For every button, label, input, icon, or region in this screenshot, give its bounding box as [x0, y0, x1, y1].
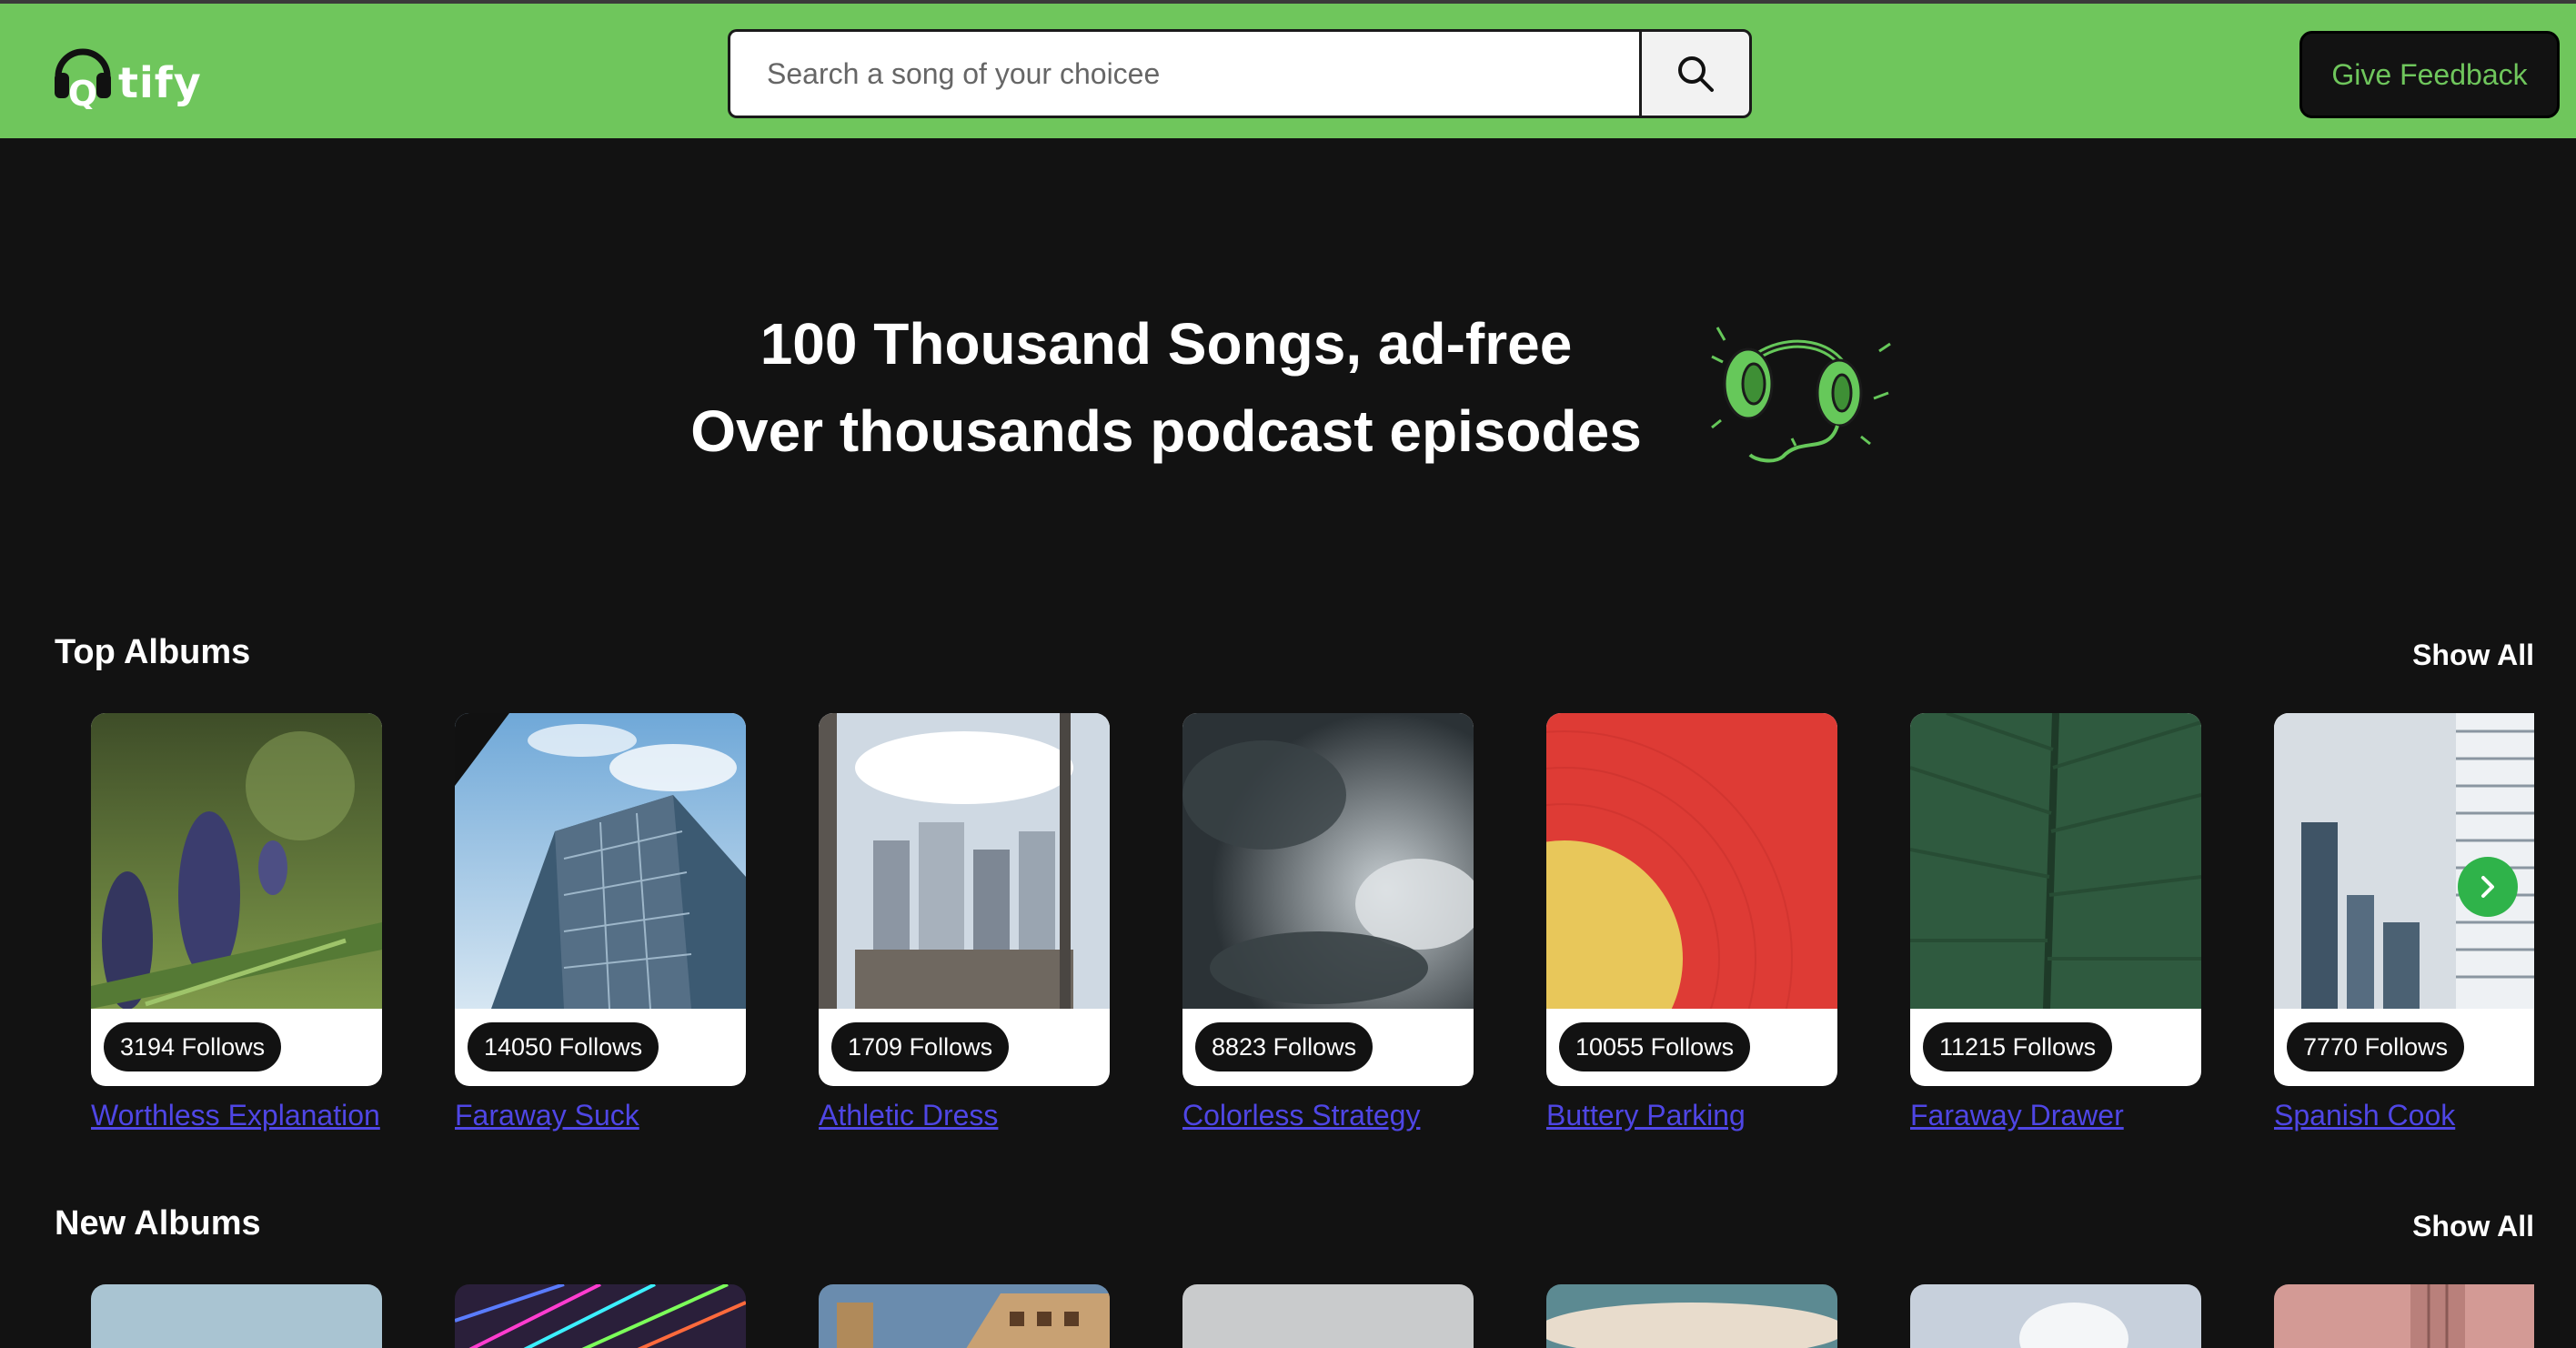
svg-text:Q: Q [68, 74, 97, 109]
headphones-logo-icon: Q [53, 36, 113, 114]
new-albums-show-all-link[interactable]: Show All [2412, 1210, 2534, 1243]
new-albums-heading: New Albums [55, 1204, 261, 1242]
album-cover-image[interactable] [455, 1284, 746, 1348]
follows-badge: 11215 Follows [1923, 1022, 2113, 1071]
album-cover-image[interactable] [1910, 1284, 2201, 1348]
search-bar [728, 29, 1752, 118]
album-card[interactable]: 8823 Follows Colorless Strategy [1182, 713, 1474, 1132]
album-card-box[interactable]: 8823 Follows [1182, 713, 1474, 1086]
hero-line-1: 100 Thousand Songs, ad-free [760, 311, 1573, 377]
navbar: Q tify Give Feedback [0, 0, 2576, 138]
album-title-link[interactable]: Worthless Explanation [91, 1099, 382, 1132]
album-cover-image[interactable] [91, 1284, 382, 1348]
album-cover-image[interactable] [1182, 1284, 1474, 1348]
top-albums-show-all-link[interactable]: Show All [2412, 639, 2534, 672]
follows-badge: 8823 Follows [1195, 1022, 1374, 1071]
search-button[interactable] [1639, 29, 1752, 118]
top-albums-carousel: 3194 Follows Worthless Explanation 14050… [91, 713, 2534, 1144]
carousel-next-button[interactable] [2458, 857, 2518, 917]
album-title-link[interactable]: Spanish Cook [2274, 1099, 2534, 1132]
top-albums-heading: Top Albums [55, 633, 251, 671]
follows-badge: 14050 Follows [468, 1022, 659, 1071]
new-albums-carousel [91, 1284, 2534, 1348]
follows-badge: 1709 Follows [831, 1022, 1010, 1071]
album-card-box[interactable]: 14050 Follows [455, 713, 746, 1086]
hero-line-2: Over thousands podcast episodes [690, 398, 1642, 464]
album-cover-image [1546, 713, 1837, 1009]
album-card[interactable]: 3194 Follows Worthless Explanation [91, 713, 382, 1132]
album-cover-image[interactable] [1546, 1284, 1837, 1348]
search-input[interactable] [728, 29, 1639, 118]
album-title-link[interactable]: Faraway Suck [455, 1099, 746, 1132]
album-card[interactable]: 1709 Follows Athletic Dress [819, 713, 1110, 1132]
album-card[interactable]: 14050 Follows Faraway Suck [455, 713, 746, 1132]
give-feedback-button[interactable]: Give Feedback [2299, 31, 2560, 118]
album-cover-image [1910, 713, 2201, 1009]
album-cover-image [91, 713, 382, 1009]
album-cover-image[interactable] [2274, 1284, 2534, 1348]
album-cover-image [1182, 713, 1474, 1009]
album-cover-image[interactable] [819, 1284, 1110, 1348]
headphones-illustration-icon [1711, 327, 1891, 463]
follows-badge: 3194 Follows [104, 1022, 282, 1071]
album-card[interactable]: 10055 Follows Buttery Parking [1546, 713, 1837, 1132]
album-title-link[interactable]: Buttery Parking [1546, 1099, 1837, 1132]
album-title-link[interactable]: Colorless Strategy [1182, 1099, 1474, 1132]
album-card[interactable]: 11215 Follows Faraway Drawer [1910, 713, 2201, 1132]
follows-badge: 10055 Follows [1559, 1022, 1751, 1071]
album-title-link[interactable]: Athletic Dress [819, 1099, 1110, 1132]
logo-text: tify [118, 58, 202, 107]
album-cover-image [455, 713, 746, 1009]
album-card-box[interactable]: 1709 Follows [819, 713, 1110, 1086]
chevron-right-icon [2481, 876, 2494, 898]
follows-badge: 7770 Follows [2287, 1022, 2465, 1071]
hero-heading: 100 Thousand Songs, ad-free Over thousan… [673, 300, 1659, 475]
album-card-box[interactable]: 3194 Follows [91, 713, 382, 1086]
album-card-box[interactable]: 10055 Follows [1546, 713, 1837, 1086]
album-card[interactable]: 7770 Follows Spanish Cook [2274, 713, 2534, 1132]
album-title-link[interactable]: Faraway Drawer [1910, 1099, 2201, 1132]
album-card-box[interactable]: 11215 Follows [1910, 713, 2201, 1086]
album-cover-image [819, 713, 1110, 1009]
search-icon [1678, 56, 1714, 92]
logo[interactable]: Q tify [53, 36, 202, 114]
